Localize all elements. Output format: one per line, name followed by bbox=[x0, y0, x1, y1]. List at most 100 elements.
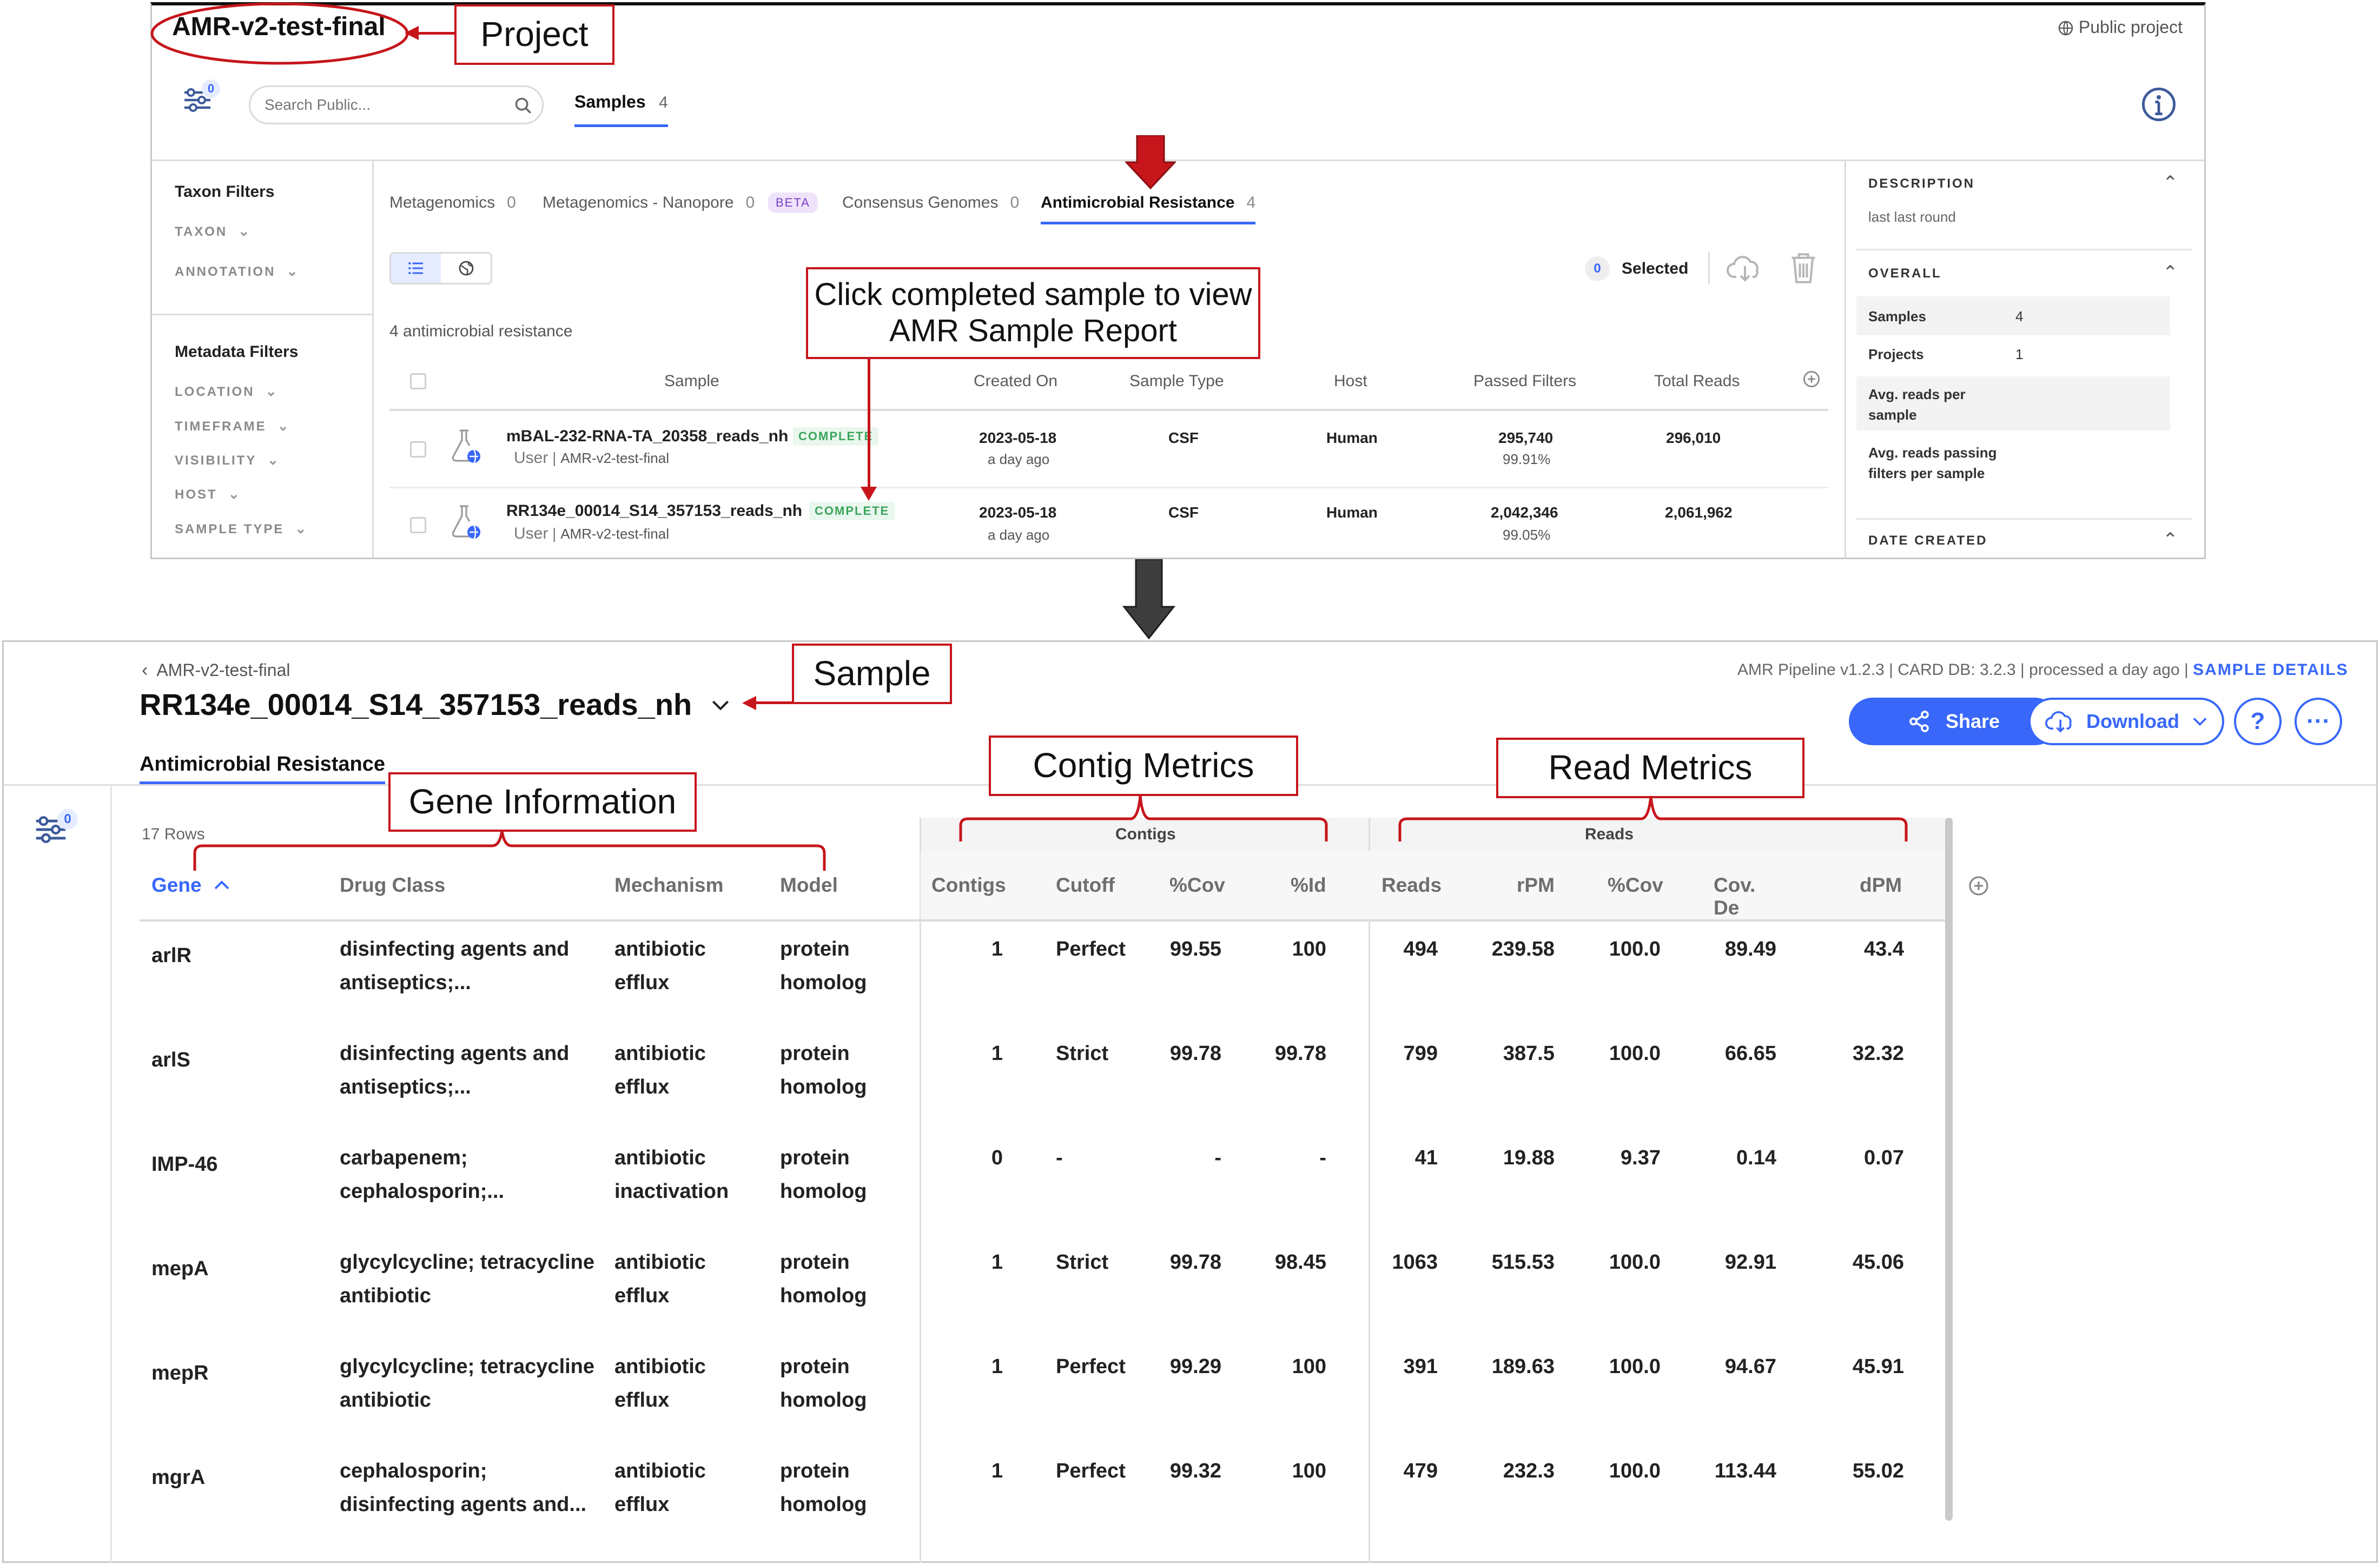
col-header-model[interactable]: Model bbox=[780, 874, 838, 897]
tab-metagenomics-nanopore[interactable]: Metagenomics - Nanopore 0 bbox=[543, 194, 755, 212]
col-header-contig-id[interactable]: %Id bbox=[1291, 874, 1326, 897]
table-row[interactable] bbox=[389, 488, 1828, 558]
passed-filters-pct: 99.05% bbox=[1503, 527, 1551, 543]
cloud-download-icon bbox=[2045, 711, 2072, 733]
col-header-cutoff[interactable]: Cutoff bbox=[1056, 874, 1115, 897]
cutoff-cell: Strict bbox=[1056, 1251, 1109, 1274]
col-header-rpm[interactable]: rPM bbox=[1517, 874, 1555, 897]
chevron-left-icon: ‹ bbox=[142, 660, 148, 680]
model-cell-line: protein bbox=[780, 1147, 850, 1169]
filter-count-badge: 0 bbox=[57, 809, 78, 830]
filter-location[interactable]: LOCATION ⌄ bbox=[175, 383, 279, 400]
map-view-button[interactable] bbox=[441, 254, 491, 283]
col-header-contig-cov[interactable]: %Cov bbox=[1169, 874, 1225, 897]
delete-button[interactable] bbox=[1789, 252, 1820, 284]
plus-circle-icon bbox=[1803, 371, 1820, 387]
sample-name-link[interactable]: mBAL-232-RNA-TA_20358_reads_nh bbox=[506, 427, 788, 446]
col-header-total-reads[interactable]: Total Reads bbox=[1654, 372, 1740, 390]
filter-timeframe[interactable]: TIMEFRAME ⌄ bbox=[175, 417, 290, 434]
search-box[interactable] bbox=[249, 85, 544, 124]
filter-toggle-button[interactable]: 0 bbox=[32, 809, 78, 854]
col-header-reads[interactable]: Reads bbox=[1381, 874, 1442, 897]
reads-cell: 1063 bbox=[1392, 1251, 1438, 1274]
row-checkbox[interactable] bbox=[410, 441, 426, 458]
mechanism-cell: antibiotic efflux bbox=[614, 1037, 706, 1104]
mechanism-cell: antibiotic efflux bbox=[614, 1350, 706, 1417]
read-metrics-bracket bbox=[1398, 796, 1908, 841]
mechanism-cell-line: antibiotic bbox=[614, 1355, 706, 1378]
filter-taxon-label: TAXON bbox=[175, 224, 228, 239]
filter-host[interactable]: HOST ⌄ bbox=[175, 486, 241, 502]
add-column-button[interactable] bbox=[1968, 875, 1991, 898]
sample-owner: User | AMR-v2-test-final bbox=[514, 449, 670, 467]
download-button[interactable]: Download bbox=[2028, 698, 2224, 745]
row-checkbox[interactable] bbox=[410, 517, 426, 533]
gene-information-bracket bbox=[193, 830, 826, 871]
tab-metagenomics[interactable]: Metagenomics 0 bbox=[389, 194, 516, 212]
annotation-click-note-line: Click completed sample to view bbox=[814, 277, 1252, 313]
filter-sample-type-label: SAMPLE TYPE bbox=[175, 522, 285, 536]
tab-antimicrobial-resistance[interactable]: Antimicrobial Resistance bbox=[140, 753, 386, 784]
filter-annotation[interactable]: ANNOTATION ⌄ bbox=[175, 263, 300, 280]
chevron-down-icon bbox=[2193, 718, 2207, 726]
sample-details-link[interactable]: SAMPLE DETAILS bbox=[2193, 661, 2348, 679]
list-view-button[interactable] bbox=[391, 254, 441, 283]
col-header-gene[interactable]: Gene bbox=[151, 874, 230, 897]
tab-antimicrobial-resistance[interactable]: Antimicrobial Resistance 4 bbox=[1041, 194, 1256, 224]
back-link[interactable]: ‹ AMR-v2-test-final bbox=[142, 660, 290, 681]
contig-cov-cell: 99.32 bbox=[1169, 1460, 1221, 1482]
filter-toggle-button[interactable]: 0 bbox=[181, 79, 220, 122]
tab-samples[interactable]: Samples 4 bbox=[574, 92, 668, 127]
col-header-read-cov[interactable]: %Cov bbox=[1608, 874, 1663, 897]
chevron-up-icon[interactable]: ⌃ bbox=[2163, 172, 2178, 194]
arrowhead-down bbox=[861, 487, 877, 501]
filter-visibility[interactable]: VISIBILITY ⌄ bbox=[175, 452, 280, 468]
total-reads-value: 2,061,962 bbox=[1665, 504, 1733, 521]
total-reads-value: 296,010 bbox=[1666, 429, 1721, 446]
model-cell: protein homolog bbox=[780, 1454, 867, 1521]
chevron-up-icon[interactable]: ⌃ bbox=[2163, 529, 2178, 551]
col-header-host[interactable]: Host bbox=[1334, 372, 1367, 390]
mechanism-cell: antibiotic efflux bbox=[614, 1454, 706, 1521]
contigs-cell: 1 bbox=[991, 938, 1003, 960]
mechanism-cell-line: antibiotic bbox=[614, 1251, 706, 1274]
search-input[interactable] bbox=[263, 95, 504, 115]
col-header-passed-filters[interactable]: Passed Filters bbox=[1473, 372, 1576, 390]
add-column-button[interactable] bbox=[1802, 370, 1822, 389]
col-header-cov-depth[interactable]: Cov. De bbox=[1714, 874, 1780, 919]
mechanism-cell-line: antibiotic bbox=[614, 1460, 706, 1482]
filter-taxon[interactable]: TAXON ⌄ bbox=[175, 223, 252, 240]
col-header-mechanism[interactable]: Mechanism bbox=[614, 874, 724, 897]
info-button[interactable] bbox=[2141, 87, 2177, 122]
tab-consensus-genomes[interactable]: Consensus Genomes 0 bbox=[842, 194, 1019, 212]
col-header-created-on[interactable]: Created On bbox=[974, 372, 1057, 390]
chevron-up-icon[interactable]: ⌃ bbox=[2163, 262, 2178, 283]
sample-name-link[interactable]: RR134e_00014_S14_357153_reads_nh bbox=[506, 502, 802, 520]
contigs-cell: 1 bbox=[991, 1251, 1003, 1274]
model-cell: protein homolog bbox=[780, 1037, 867, 1104]
col-header-drug-class[interactable]: Drug Class bbox=[340, 874, 445, 897]
beta-badge: BETA bbox=[768, 193, 818, 213]
filter-sample-type[interactable]: SAMPLE TYPE ⌄ bbox=[175, 520, 308, 537]
rpm-cell: 189.63 bbox=[1491, 1355, 1555, 1378]
share-button[interactable]: Share bbox=[1849, 698, 2059, 745]
sample-title[interactable]: RR134e_00014_S14_357153_reads_nh bbox=[140, 687, 730, 722]
col-header-sample[interactable]: Sample bbox=[664, 372, 719, 390]
annotation-project: Project bbox=[454, 4, 614, 65]
model-cell-line: homolog bbox=[780, 1180, 867, 1203]
col-header-sample-type[interactable]: Sample Type bbox=[1129, 372, 1224, 390]
sample-user: User bbox=[514, 449, 548, 467]
col-header-contigs[interactable]: Contigs bbox=[931, 874, 1006, 897]
globe-icon bbox=[2058, 21, 2073, 36]
chevron-down-icon: ⌄ bbox=[295, 520, 308, 536]
list-icon bbox=[408, 262, 423, 275]
contig-cov-cell: 99.78 bbox=[1169, 1042, 1221, 1065]
select-all-checkbox[interactable] bbox=[410, 373, 426, 389]
col-header-dpm[interactable]: dPM bbox=[1860, 874, 1902, 897]
more-options-button[interactable]: ··· bbox=[2295, 698, 2342, 745]
help-button[interactable]: ? bbox=[2234, 698, 2282, 745]
arrowhead-left bbox=[742, 696, 756, 710]
passed-filters-pct: 99.91% bbox=[1503, 451, 1551, 467]
cloud-download-button[interactable] bbox=[1727, 253, 1764, 283]
read-cov-cell: 100.0 bbox=[1609, 938, 1661, 960]
